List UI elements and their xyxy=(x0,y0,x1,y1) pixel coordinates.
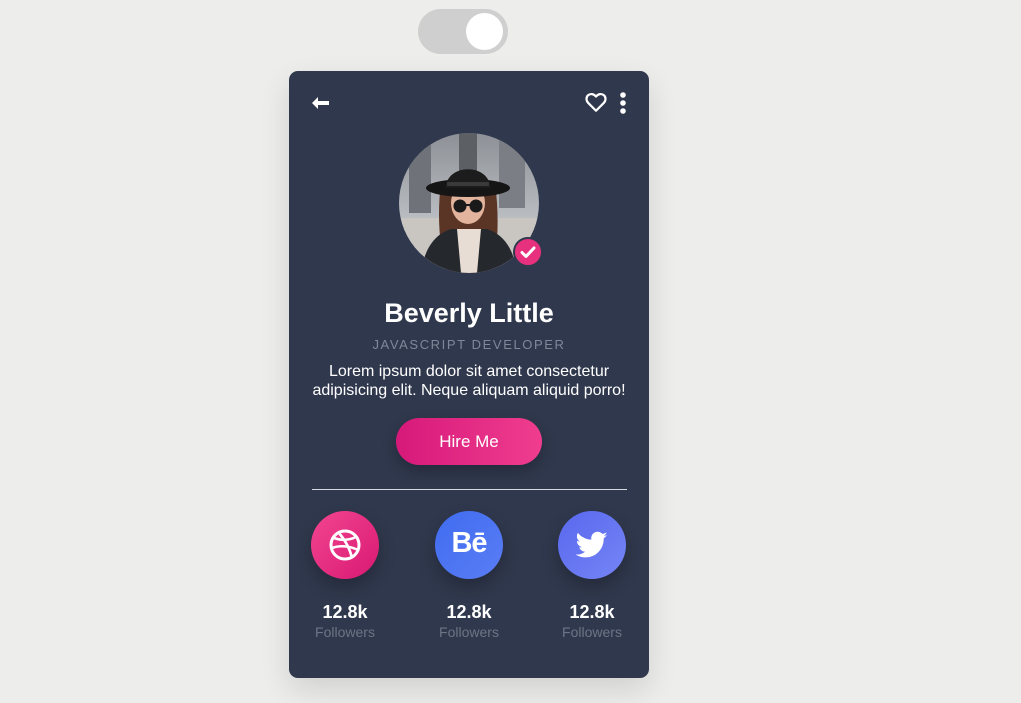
followers-label: Followers xyxy=(439,624,499,640)
followers-count: 12.8k xyxy=(446,602,492,622)
social-stat-behance: Bē 12.8k Followers xyxy=(424,511,514,640)
heart-icon[interactable] xyxy=(585,92,607,113)
followers-count: 12.8k xyxy=(569,602,615,622)
dribbble-icon xyxy=(329,529,361,561)
profile-role: JAVASCRIPT DEVELOPER xyxy=(372,337,566,352)
verified-badge-icon xyxy=(513,237,543,267)
social-stat-twitter: 12.8k Followers xyxy=(547,511,637,640)
divider xyxy=(312,489,627,490)
twitter-button[interactable] xyxy=(558,511,626,579)
behance-button[interactable]: Bē xyxy=(435,511,503,579)
more-options-icon[interactable] xyxy=(617,92,629,114)
behance-icon: Bē xyxy=(451,527,487,559)
followers-count: 12.8k xyxy=(322,602,368,622)
back-arrow-icon[interactable] xyxy=(310,93,332,113)
hire-me-button[interactable]: Hire Me xyxy=(396,418,542,465)
theme-toggle[interactable] xyxy=(418,9,508,54)
profile-bio: Lorem ipsum dolor sit amet consectetur a… xyxy=(312,363,626,399)
followers-label: Followers xyxy=(315,624,375,640)
followers-label: Followers xyxy=(562,624,622,640)
dribbble-button[interactable] xyxy=(311,511,379,579)
social-stat-dribbble: 12.8k Followers xyxy=(300,511,390,640)
twitter-icon xyxy=(576,531,608,558)
toggle-knob xyxy=(466,13,503,50)
profile-name: Beverly Little xyxy=(384,298,554,328)
profile-card: Beverly Little JAVASCRIPT DEVELOPER Lore… xyxy=(289,71,649,678)
